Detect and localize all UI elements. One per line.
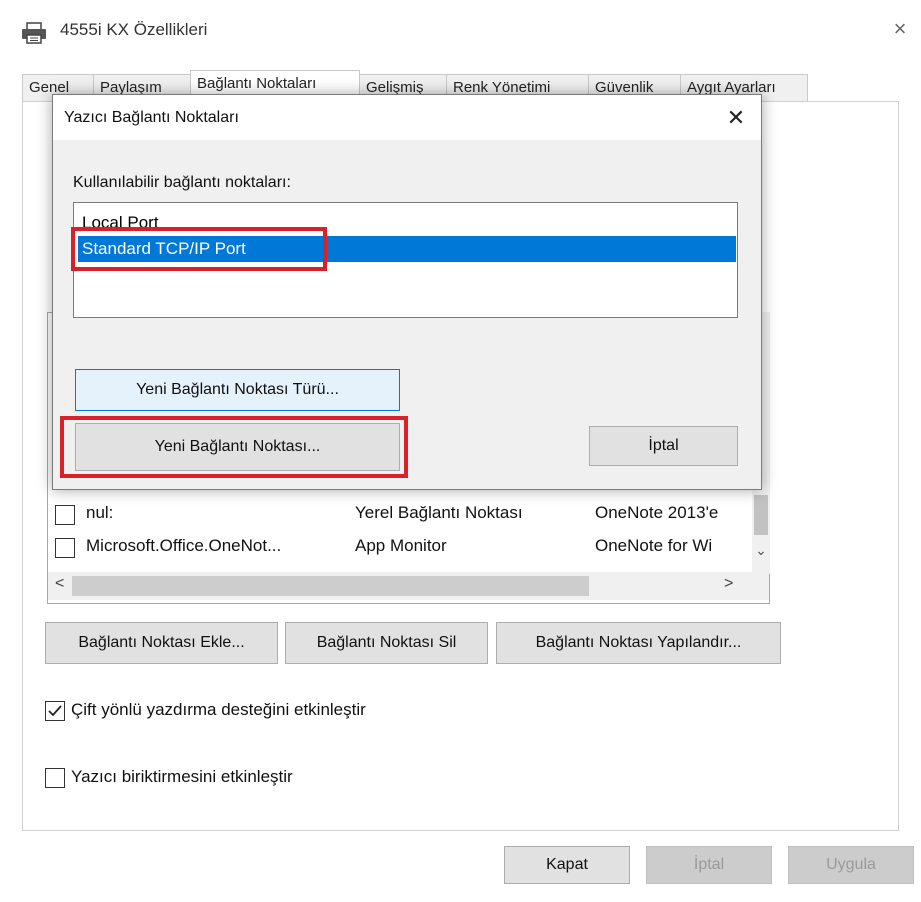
checkmark-icon — [48, 705, 62, 717]
apply-button[interactable]: Uygula — [788, 846, 914, 884]
delete-port-button[interactable]: Bağlantı Noktası Sil — [285, 622, 488, 664]
highlight-box — [60, 416, 408, 478]
vertical-scroll-thumb[interactable] — [754, 495, 768, 535]
dialog-close-button[interactable]: ✕ — [722, 104, 750, 132]
highlight-box — [71, 227, 327, 271]
port-printer: OneNote for Wi — [595, 536, 713, 555]
window-close-button[interactable]: × — [885, 14, 915, 44]
port-checkbox[interactable] — [55, 538, 75, 558]
cancel-button[interactable]: İptal — [646, 846, 772, 884]
close-button[interactable]: Kapat — [504, 846, 630, 884]
port-description: App Monitor — [355, 536, 447, 555]
configure-port-button[interactable]: Bağlantı Noktası Yapılandır... — [496, 622, 781, 664]
scroll-left-icon[interactable]: < — [55, 575, 64, 593]
dialog-title: Yazıcı Bağlantı Noktaları — [64, 109, 239, 126]
port-checkbox[interactable] — [55, 505, 75, 525]
dialog-cancel-button[interactable]: İptal — [589, 426, 738, 466]
scroll-right-icon[interactable]: > — [724, 575, 733, 593]
pooling-checkbox[interactable] — [45, 768, 65, 788]
scroll-down-icon[interactable]: ⌄ — [751, 542, 771, 562]
horizontal-scroll-thumb[interactable] — [72, 576, 589, 596]
port-name: Microsoft.Office.OneNot... — [86, 536, 282, 555]
available-ports-label: Kullanılabilir bağlantı noktaları: — [73, 174, 291, 191]
bidirectional-label: Çift yönlü yazdırma desteğini etkinleşti… — [71, 700, 366, 719]
port-description: Yerel Bağlantı Noktası — [355, 503, 523, 522]
printer-icon — [21, 22, 47, 44]
port-printer: OneNote 2013'e — [595, 503, 719, 522]
bidirectional-checkbox[interactable] — [45, 701, 65, 721]
add-port-button[interactable]: Bağlantı Noktası Ekle... — [45, 622, 278, 664]
window-title: 4555i KX Özellikleri — [60, 20, 208, 39]
new-port-type-button[interactable]: Yeni Bağlantı Noktası Türü... — [75, 369, 400, 411]
pooling-label: Yazıcı biriktirmesini etkinleştir — [71, 767, 293, 786]
port-name: nul: — [86, 503, 114, 522]
